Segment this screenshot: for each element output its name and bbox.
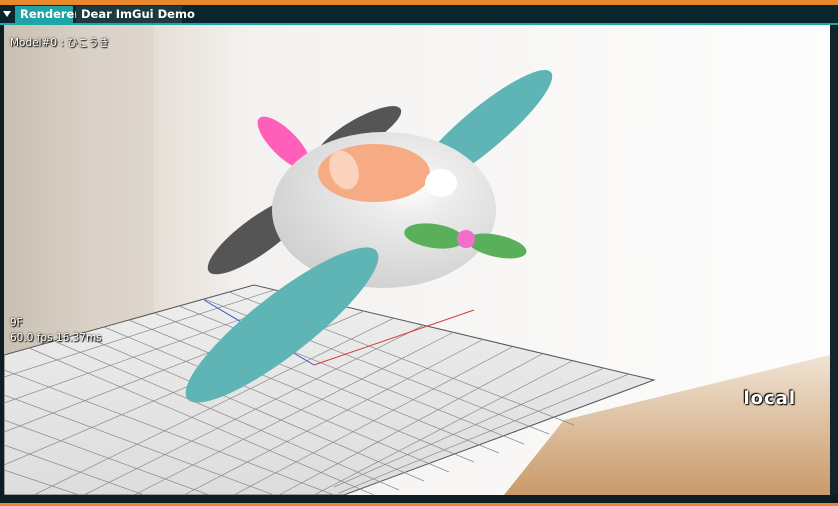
scene-render [4,25,830,495]
tab-bar: Renderer Dear ImGui Demo [0,5,838,25]
coordinate-space-label[interactable]: local [743,388,796,409]
triangle-down-icon[interactable] [2,8,12,20]
model-label: Model#0 : ひこうき [10,37,110,49]
tab-renderer[interactable]: Renderer [15,6,80,23]
frame-counter: 9F [10,317,23,329]
window-frame-right [830,25,838,495]
fps-readout: 60.0 fps 16.37ms [10,332,102,344]
curtain-shade [94,25,154,325]
body-highlight [425,169,457,197]
tab-dear-imgui-demo[interactable]: Dear ImGui Demo [76,6,195,23]
3d-viewport[interactable]: Model#0 : ひこうき 9F 60.0 fps 16.37ms local [4,25,830,495]
propeller-spinner [457,230,475,248]
